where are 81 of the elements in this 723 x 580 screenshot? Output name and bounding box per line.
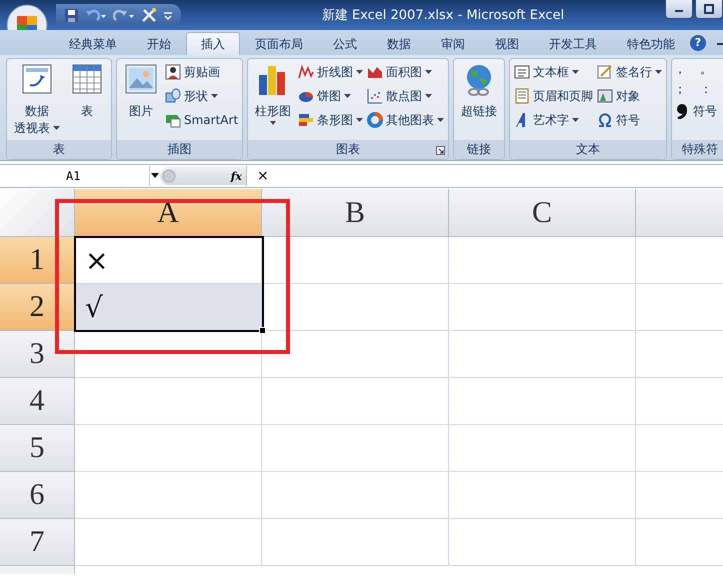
text-box-icon xyxy=(514,64,530,80)
ribbon-tab[interactable]: 经典菜单 xyxy=(54,32,132,55)
shapes-icon xyxy=(165,88,181,104)
symbol-button[interactable]: ： xyxy=(700,81,723,101)
row-header[interactable]: 2 xyxy=(0,284,75,331)
tools-icon[interactable] xyxy=(141,7,157,23)
ribbon-button[interactable]: 表 xyxy=(67,61,107,140)
row-header[interactable]: 5 xyxy=(0,425,75,472)
row-header[interactable]: 4 xyxy=(0,378,75,425)
ribbon-button[interactable]: 超链接 xyxy=(458,61,500,140)
minimize-button[interactable] xyxy=(665,0,693,19)
donut-chart-icon xyxy=(367,112,384,128)
help-button[interactable]: ? xyxy=(690,34,706,50)
ribbon-tab[interactable]: 审阅 xyxy=(426,32,480,55)
formula-input[interactable]: × xyxy=(246,166,269,186)
ribbon-tab[interactable]: 页面布局 xyxy=(240,32,318,55)
clip-art-icon xyxy=(165,64,181,80)
area-chart-icon xyxy=(367,64,384,80)
group-label: 图表 xyxy=(248,140,448,159)
ribbon-button[interactable]: SmartArt xyxy=(165,110,238,130)
select-all-corner[interactable] xyxy=(0,189,75,237)
redo-icon[interactable] xyxy=(113,8,135,22)
ribbon-tab[interactable]: 开始 xyxy=(132,32,186,55)
ribbon-button[interactable]: 数据 透视表 xyxy=(11,61,63,140)
ribbon-tab[interactable]: 特色功能 xyxy=(612,32,690,55)
row-header[interactable]: 3 xyxy=(0,331,75,378)
smartart-icon xyxy=(165,112,181,128)
group-label: 文本 xyxy=(510,140,666,159)
ribbon-tab[interactable]: 数据 xyxy=(372,32,426,55)
ribbon-button[interactable]: 符号 xyxy=(674,101,723,121)
maximize-icon xyxy=(704,4,714,14)
row-header[interactable]: 6 xyxy=(0,472,75,519)
group-label: 链接 xyxy=(454,140,504,159)
symbol-button[interactable]: ， xyxy=(674,61,700,81)
ribbon-button[interactable]: 其他图表 xyxy=(367,110,444,130)
splitter-handle-icon[interactable] xyxy=(162,169,176,183)
symbol-button[interactable]: 。 xyxy=(700,61,723,81)
group-label: 插图 xyxy=(117,140,242,159)
ribbon-button[interactable]: 饼图 xyxy=(298,86,364,106)
insert-function-button[interactable]: fx xyxy=(230,170,242,182)
ribbon-button[interactable]: 条形图 xyxy=(298,110,364,130)
column-header[interactable]: A xyxy=(75,189,262,237)
signature-line-icon xyxy=(597,64,614,80)
group-label: 特殊符 xyxy=(672,140,723,159)
omega-icon xyxy=(597,112,614,128)
ribbon-button[interactable]: 艺术字 xyxy=(514,110,594,130)
group-label: 表 xyxy=(7,140,111,159)
ribbon-button[interactable]: 散点图 xyxy=(367,86,444,106)
header-footer-icon xyxy=(514,88,530,104)
row-header[interactable]: 1 xyxy=(0,237,75,284)
ribbon-button[interactable]: 对象 xyxy=(597,86,662,106)
dropdown-arrow-icon[interactable] xyxy=(150,172,160,180)
ribbon-button[interactable]: 面积图 xyxy=(367,62,444,82)
save-icon[interactable] xyxy=(64,8,79,22)
undo-icon[interactable] xyxy=(85,8,107,22)
ribbon-button[interactable]: 文本框 xyxy=(514,62,594,82)
table-cell: √ xyxy=(75,284,262,331)
ribbon-tab[interactable]: 插入 xyxy=(186,32,240,55)
table-cell: × xyxy=(75,237,262,284)
ribbon-button[interactable]: 剪贴画 xyxy=(165,62,238,82)
ribbon-button[interactable]: 折线图 xyxy=(298,62,364,82)
ribbon-button[interactable]: 签名行 xyxy=(597,62,662,82)
object-icon xyxy=(597,88,614,104)
ribbon-tab[interactable]: 公式 xyxy=(318,32,372,55)
column-header[interactable]: B xyxy=(262,189,449,237)
dialog-launcher-icon[interactable] xyxy=(436,146,446,155)
ribbon-button[interactable]: 柱形图 xyxy=(252,61,294,140)
ribbon-button[interactable]: 图片 xyxy=(121,61,161,140)
horizontal-bar-chart-icon xyxy=(298,112,314,128)
scatter-chart-icon xyxy=(367,88,384,104)
ribbon-tab[interactable]: 视图 xyxy=(480,32,534,55)
row-header[interactable]: 7 xyxy=(0,519,75,566)
line-chart-icon xyxy=(298,64,314,80)
ribbon-tab[interactable]: 开发工具 xyxy=(534,32,612,55)
window-title: 新建 Excel 2007.xlsx - Microsoft Excel xyxy=(320,7,566,24)
maximize-button[interactable] xyxy=(695,0,723,19)
ribbon-button[interactable]: 页眉和页脚 xyxy=(514,86,594,106)
symbol-button[interactable]: ； xyxy=(674,81,700,101)
ribbon-button[interactable]: 符号 xyxy=(597,110,662,130)
column-header[interactable]: C xyxy=(449,189,636,237)
ribbon-button[interactable]: 形状 xyxy=(165,86,238,106)
